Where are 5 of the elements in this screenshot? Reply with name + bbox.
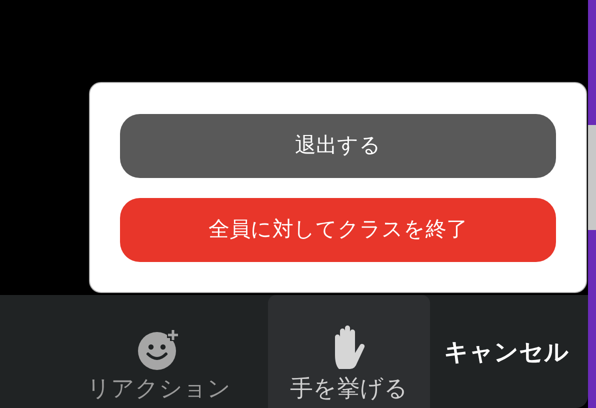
toolbar-button[interactable]: リアクション (78, 295, 240, 408)
cancel-button[interactable]: キャンセル (444, 334, 569, 370)
toolbar-button[interactable]: 手を挙げる (268, 295, 430, 408)
leave-button[interactable]: 退出する (120, 114, 556, 178)
end-class-button[interactable]: 全員に対してクラスを終了 (120, 198, 556, 262)
